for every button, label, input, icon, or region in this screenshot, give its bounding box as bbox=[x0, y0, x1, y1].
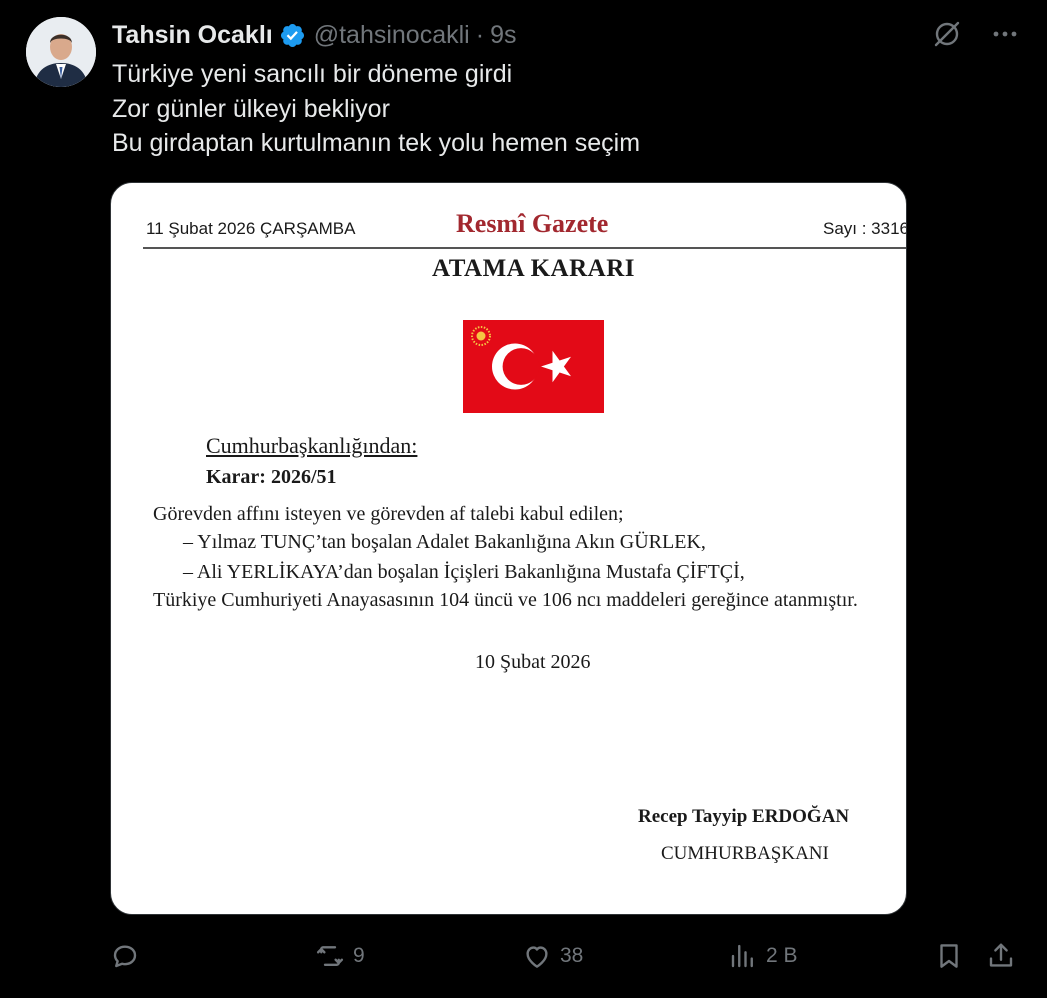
decision-number: Karar: 2026/51 bbox=[206, 466, 337, 488]
reply-button[interactable] bbox=[110, 936, 148, 976]
tweet-header: Tahsin Ocaklı @tahsinocakli · 9s bbox=[112, 19, 516, 51]
gazette-title: Resmî Gazete bbox=[456, 209, 609, 238]
share-icon bbox=[989, 943, 1013, 967]
tweet-text-line: Türkiye yeni sancılı bir döneme girdi bbox=[112, 60, 513, 88]
turkish-flag-icon bbox=[463, 320, 604, 413]
gazette-issue: Sayı : 3316 bbox=[823, 219, 907, 238]
document-heading: ATAMA KARARI bbox=[432, 255, 635, 282]
bookmark-button[interactable] bbox=[934, 936, 964, 976]
appointment-item: – Ali YERLİKAYA’dan boşalan İçişleri Bak… bbox=[183, 561, 745, 583]
author-handle[interactable]: @tahsinocakli bbox=[314, 21, 470, 50]
like-icon bbox=[526, 946, 548, 968]
tweet-time[interactable]: 9s bbox=[490, 21, 516, 50]
retweet-button[interactable]: 9 bbox=[315, 936, 365, 976]
verified-badge-icon bbox=[279, 22, 306, 49]
tweet-text-line: Zor günler ülkeyi bekliyor bbox=[112, 94, 390, 123]
like-button[interactable]: 38 bbox=[522, 936, 583, 976]
views-icon bbox=[731, 944, 753, 968]
gazette-divider bbox=[143, 247, 906, 249]
tweet: Tahsin Ocaklı @tahsinocakli · 9s Türkiye… bbox=[0, 0, 1047, 998]
tweet-text: Türkiye yeni sancılı bir döneme girdi Zo… bbox=[112, 57, 640, 161]
views-count: 2 B bbox=[766, 944, 798, 967]
signatory-name: Recep Tayyip ERDOĞAN bbox=[638, 806, 850, 827]
intro-paragraph: Görevden affını isteyen ve görevden af t… bbox=[153, 503, 624, 525]
avatar[interactable] bbox=[26, 17, 96, 87]
bookmark-icon bbox=[940, 944, 958, 968]
tweet-actions: 9 38 2 B bbox=[110, 936, 1022, 976]
retweet-count: 9 bbox=[353, 944, 365, 967]
grok-icon[interactable] bbox=[931, 18, 963, 50]
closing-paragraph: Türkiye Cumhuriyeti Anayasasının 104 ünc… bbox=[153, 589, 858, 611]
author-name[interactable]: Tahsin Ocaklı bbox=[112, 21, 273, 50]
tweet-media-image[interactable]: 11 Şubat 2026 ÇARŞAMBA Resmî Gazete Sayı… bbox=[110, 182, 907, 915]
appointment-item: – Yılmaz TUNÇ’tan boşalan Adalet Bakanlı… bbox=[183, 531, 706, 553]
share-button[interactable] bbox=[986, 936, 1016, 976]
office-name: Cumhurbaşkanlığından: bbox=[206, 433, 418, 458]
reply-icon bbox=[113, 945, 137, 968]
retweet-icon bbox=[316, 946, 344, 966]
gazette-document: 11 Şubat 2026 ÇARŞAMBA Resmî Gazete Sayı… bbox=[111, 183, 907, 914]
sign-date: 10 Şubat 2026 bbox=[475, 651, 591, 673]
like-count: 38 bbox=[560, 944, 584, 967]
gazette-date: 11 Şubat 2026 ÇARŞAMBA bbox=[146, 219, 356, 238]
more-icon[interactable] bbox=[989, 18, 1021, 50]
header-separator: · bbox=[475, 20, 485, 49]
tweet-text-line: Bu girdaptan kurtulmanın tek yolu hemen … bbox=[112, 129, 641, 157]
tweet-top-actions bbox=[931, 18, 1021, 50]
signatory-title: CUMHURBAŞKANI bbox=[661, 843, 829, 864]
views-button[interactable]: 2 B bbox=[728, 936, 798, 976]
